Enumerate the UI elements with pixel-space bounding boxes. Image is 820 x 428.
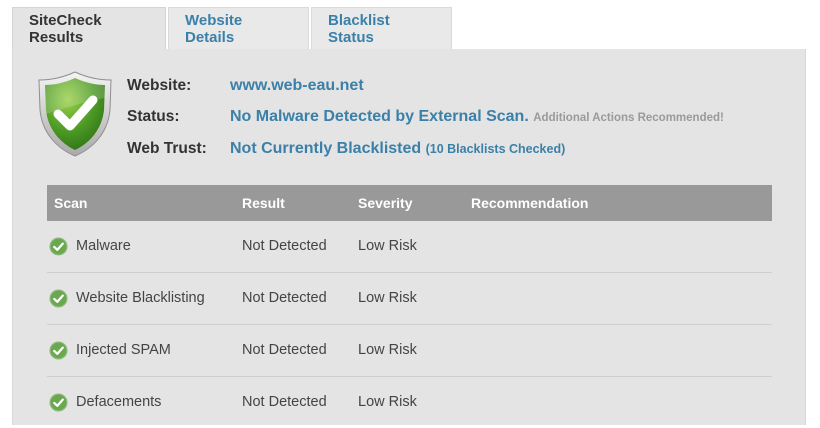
scan-results-table: Scan Result Severity Recommendation Malw… (47, 185, 772, 428)
check-circle-icon (49, 237, 68, 256)
website-label: Website: (127, 77, 192, 94)
check-circle-icon (49, 289, 68, 308)
check-circle-icon (49, 393, 68, 412)
table-row: Website Blacklisting Not Detected Low Ri… (47, 273, 772, 325)
web-trust-value[interactable]: Not Currently Blacklisted (230, 140, 421, 157)
scan-name: Website Blacklisting (76, 290, 205, 306)
scan-severity: Low Risk (358, 394, 417, 410)
scan-name: Malware (76, 238, 131, 254)
status-value: No Malware Detected by External Scan. (230, 108, 529, 125)
status-value-group: No Malware Detected by External Scan. Ad… (230, 108, 724, 126)
status-label: Status: (127, 108, 180, 125)
green-shield-checkmark-icon (38, 71, 112, 157)
scan-severity: Low Risk (358, 238, 417, 254)
scan-name: Defacements (76, 394, 162, 410)
tab-website-details[interactable]: Website Details (168, 7, 309, 49)
scan-result: Not Detected (242, 394, 327, 410)
web-trust-label: Web Trust: (127, 140, 207, 157)
scan-severity: Low Risk (358, 290, 417, 306)
scan-result: Not Detected (242, 290, 327, 306)
header-result: Result (242, 195, 285, 211)
scan-name: Injected SPAM (76, 342, 171, 358)
tab-blacklist-status[interactable]: Blacklist Status (311, 7, 452, 49)
web-trust-value-group: Not Currently Blacklisted (10 Blacklists… (230, 140, 565, 158)
check-circle-icon (49, 341, 68, 360)
tab-bar: SiteCheck Results Website Details Blackl… (12, 7, 452, 49)
table-row: Defacements Not Detected Low Risk (47, 377, 772, 428)
tab-sitecheck-results[interactable]: SiteCheck Results (12, 7, 166, 49)
blacklists-checked-note: (10 Blacklists Checked) (425, 142, 566, 156)
header-severity: Severity (358, 195, 413, 211)
scan-result: Not Detected (242, 238, 327, 254)
table-header: Scan Result Severity Recommendation (47, 185, 772, 221)
table-row: Injected SPAM Not Detected Low Risk (47, 325, 772, 377)
website-link[interactable]: www.web-eau.net (230, 77, 364, 95)
header-scan: Scan (54, 195, 88, 211)
scan-result: Not Detected (242, 342, 327, 358)
table-row: Malware Not Detected Low Risk (47, 221, 772, 273)
status-note: Additional Actions Recommended! (533, 112, 724, 124)
scan-severity: Low Risk (358, 342, 417, 358)
header-recommendation: Recommendation (471, 195, 589, 211)
